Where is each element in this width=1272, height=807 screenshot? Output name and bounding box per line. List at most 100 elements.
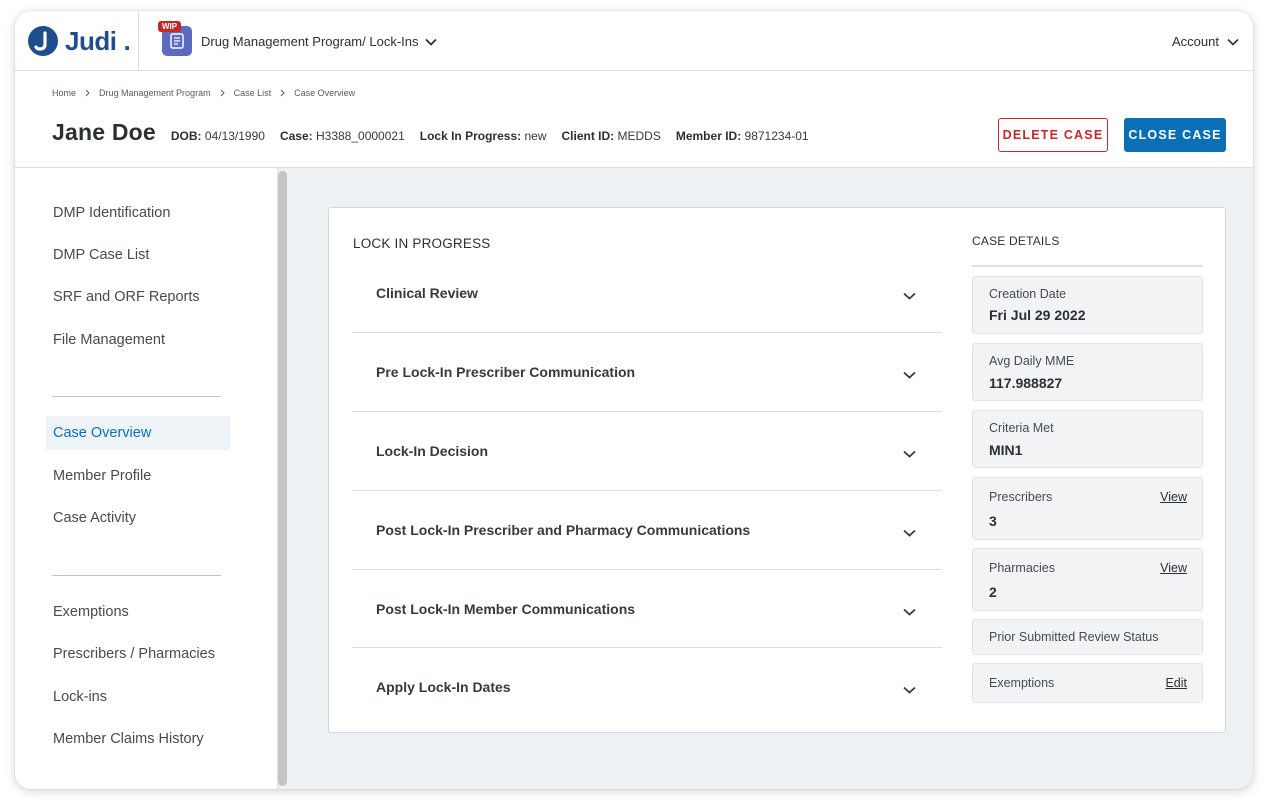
detail-label: Criteria Met [989, 421, 1054, 435]
prescribers-card: Prescribers View 3 [972, 477, 1203, 540]
accordion-post-lock-in-prescriber-pharmacy[interactable]: Post Lock-In Prescriber and Pharmacy Com… [352, 491, 942, 569]
breadcrumb-case-overview: Case Overview [294, 88, 356, 98]
avg-mme-card: Avg Daily MME 117.988827 [972, 343, 1203, 401]
accordion-clinical-review[interactable]: Clinical Review [352, 254, 942, 332]
member-id-value: 9871234-01 [744, 129, 809, 143]
breadcrumb-program[interactable]: Drug Management Program [99, 88, 211, 98]
top-bar: Judi. WIP Drug Management Program/ Lock-… [15, 11, 1253, 71]
accordion-post-lock-in-member-communications[interactable]: Post Lock-In Member Communications [352, 570, 942, 648]
chevron-down-icon [1227, 34, 1239, 49]
accordion-label: Post Lock-In Prescriber and Pharmacy Com… [376, 522, 751, 538]
lock-label: Lock In Progress: [419, 129, 522, 143]
creation-date-card: Creation Date Fri Jul 29 2022 [972, 276, 1203, 334]
sidebar-item-dmp-case-list[interactable]: DMP Case List [46, 238, 230, 272]
dob-field: DOB: 04/13/1990 [171, 129, 265, 143]
app-window: Judi. WIP Drug Management Program/ Lock-… [15, 11, 1253, 789]
chevron-down-icon [425, 34, 438, 49]
sidebar-item-file-management[interactable]: File Management [46, 323, 230, 357]
dob-value: 04/13/1990 [204, 129, 265, 143]
sidebar-item-lock-ins[interactable]: Lock-ins [46, 680, 230, 714]
breadcrumb-case-list[interactable]: Case List [234, 88, 272, 98]
criteria-met-card: Criteria Met MIN1 [972, 410, 1203, 468]
pharmacies-card: Pharmacies View 2 [972, 548, 1203, 611]
exemptions-card: Exemptions Edit [972, 663, 1203, 703]
program-selector[interactable]: Drug Management Program/ Lock-Ins [201, 31, 438, 51]
lock-status-field: Lock In Progress: new [420, 129, 547, 143]
edit-exemptions-link[interactable]: Edit [1165, 676, 1187, 690]
sidebar-divider [52, 575, 221, 576]
dob-label: DOB: [170, 129, 202, 143]
pharmacies-count: 2 [989, 584, 997, 600]
account-label: Account [1172, 33, 1219, 49]
sidebar-item-case-activity[interactable]: Case Activity [46, 501, 230, 535]
chevron-down-icon [903, 603, 916, 621]
case-details-title: CASE DETAILS [972, 234, 1060, 248]
member-label: Member ID: [675, 129, 742, 143]
judi-logo[interactable]: Judi. [28, 25, 131, 57]
delete-case-button[interactable]: DELETE CASE [998, 118, 1108, 152]
lock-in-progress-title: LOCK IN PROGRESS [353, 236, 491, 251]
sidebar-item-prescribers-pharmacies[interactable]: Prescribers / Pharmacies [46, 637, 230, 671]
criteria-met-value: MIN1 [989, 442, 1023, 458]
logo-text: Judi [65, 25, 117, 56]
accordion-apply-lock-in-dates[interactable]: Apply Lock-In Dates [352, 648, 942, 726]
detail-label: Prior Submitted Review Status [989, 630, 1159, 644]
breadcrumb: Home Drug Management Program Case List C… [52, 88, 355, 98]
judi-logo-icon [28, 26, 58, 56]
accordion-lock-in-decision[interactable]: Lock-In Decision [352, 412, 942, 490]
sidebar-item-case-overview[interactable]: Case Overview [46, 416, 230, 450]
breadcrumb-home[interactable]: Home [52, 88, 76, 98]
close-case-button[interactable]: CLOSE CASE [1124, 118, 1226, 152]
chevron-down-icon [903, 366, 916, 384]
sidebar: DMP Identification DMP Case List SRF and… [15, 168, 277, 789]
detail-label: Pharmacies [989, 561, 1055, 575]
sidebar-item-exemptions[interactable]: Exemptions [46, 595, 230, 629]
patient-name: Jane Doe [52, 119, 156, 145]
wip-badge: WIP [158, 21, 182, 32]
client-id-value: MEDDS [617, 129, 661, 143]
case-overview-card: LOCK IN PROGRESS Clinical Review Pre Loc… [328, 207, 1226, 733]
account-menu[interactable]: Account [1172, 31, 1239, 51]
detail-label: Avg Daily MME [989, 354, 1075, 368]
chevron-down-icon [903, 681, 916, 699]
accordion-label: Apply Lock-In Dates [376, 679, 511, 695]
prior-review-status-card: Prior Submitted Review Status [972, 619, 1203, 655]
sidebar-item-srf-orf-reports[interactable]: SRF and ORF Reports [46, 280, 230, 314]
view-pharmacies-link[interactable]: View [1160, 561, 1187, 575]
logo-dot: . [123, 25, 131, 56]
sidebar-item-member-profile[interactable]: Member Profile [46, 459, 230, 493]
case-id-value: H3388_0000021 [315, 129, 405, 143]
program-selector-label: Drug Management Program/ Lock-Ins [201, 33, 419, 49]
case-label: Case: [279, 129, 313, 143]
sidebar-item-member-claims-history[interactable]: Member Claims History [46, 722, 230, 756]
chevron-right-icon [280, 89, 285, 97]
avg-mme-value: 117.988827 [989, 375, 1063, 391]
accordion-label: Pre Lock-In Prescriber Communication [376, 364, 636, 380]
member-id-field: Member ID: 9871234-01 [676, 129, 809, 143]
prescribers-count: 3 [989, 513, 997, 529]
chevron-down-icon [903, 524, 916, 542]
chevron-right-icon [85, 89, 90, 97]
sidebar-scrollbar-thumb[interactable] [278, 171, 287, 786]
accordion-label: Post Lock-In Member Communications [376, 601, 636, 617]
accordion-label: Clinical Review [376, 285, 478, 301]
view-prescribers-link[interactable]: View [1160, 490, 1187, 504]
case-details-divider [972, 265, 1203, 267]
detail-label: Prescribers [989, 490, 1053, 504]
detail-label: Exemptions [989, 676, 1055, 690]
creation-date-value: Fri Jul 29 2022 [989, 307, 1086, 323]
divider [138, 11, 139, 71]
client-id-field: Client ID: MEDDS [561, 129, 660, 143]
accordion-pre-lock-in-prescriber-communication[interactable]: Pre Lock-In Prescriber Communication [352, 333, 942, 411]
accordion-label: Lock-In Decision [376, 443, 489, 459]
lock-status-value: new [524, 129, 547, 143]
sidebar-item-dmp-identification[interactable]: DMP Identification [46, 196, 230, 230]
detail-label: Creation Date [989, 287, 1067, 301]
case-id-field: Case: H3388_0000021 [280, 129, 405, 143]
chevron-down-icon [903, 445, 916, 463]
chevron-down-icon [903, 287, 916, 305]
client-label: Client ID: [561, 129, 615, 143]
sidebar-divider [52, 396, 221, 397]
case-header: Jane Doe DOB: 04/13/1990 Case: H3388_000… [52, 119, 824, 151]
chevron-right-icon [220, 89, 225, 97]
